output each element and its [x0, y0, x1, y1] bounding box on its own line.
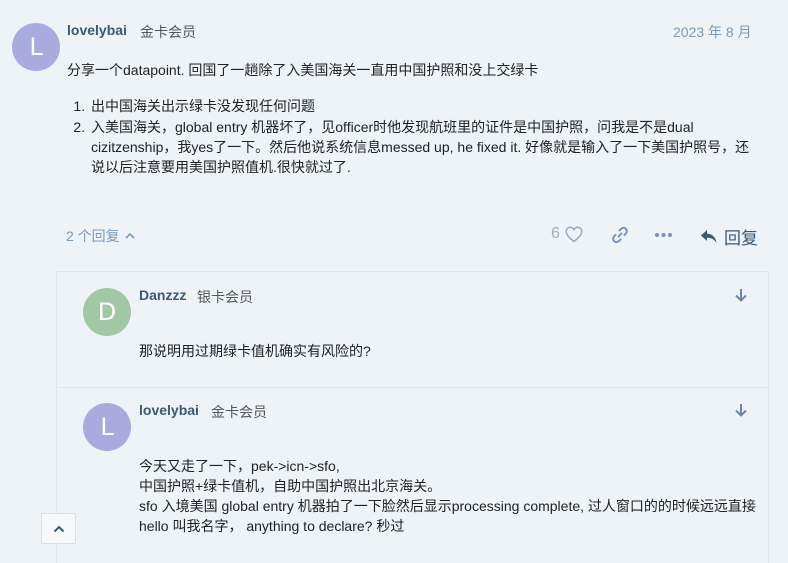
- heart-icon: [565, 225, 583, 242]
- replies-count: 2 个回复: [66, 228, 120, 244]
- username[interactable]: lovelybai: [67, 22, 127, 38]
- user-title: 银卡会员: [197, 289, 253, 305]
- username[interactable]: lovelybai: [139, 402, 199, 418]
- post-date[interactable]: 2023 年 8 月: [673, 22, 752, 42]
- link-icon[interactable]: [611, 226, 629, 244]
- reply-icon: [701, 229, 717, 243]
- scroll-top-button[interactable]: [41, 513, 76, 544]
- arrow-down-icon[interactable]: [733, 402, 749, 418]
- divider: [58, 387, 768, 388]
- post-actions: 2 个回复 6 回复: [0, 222, 788, 248]
- list-item: 出中国海关出示绿卡没发现任何问题: [89, 96, 757, 116]
- reply-line: 中国护照+绿卡值机，自助中国护照出北京海关。: [139, 478, 442, 494]
- post-intro: 分享一个datapoint. 回国了一趟除了入美国海关一直用中国护照和没上交绿卡: [67, 62, 539, 78]
- username[interactable]: Danzzz: [139, 287, 186, 303]
- reply-line: sfo 入境美国 global entry 机器拍了一下脸然后显示process…: [139, 498, 756, 534]
- reply-button[interactable]: 回复: [700, 224, 758, 249]
- reply-line: 今天又走了一下，pek->icn->sfo,: [139, 458, 340, 474]
- more-icon[interactable]: [654, 232, 673, 238]
- like-count: 6: [551, 225, 560, 242]
- list-item: 入美国海关，global entry 机器坏了，见officer时他发现航班里的…: [89, 117, 757, 177]
- reply-content: 今天又走了一下，pek->icn->sfo, 中国护照+绿卡值机，自助中国护照出…: [139, 456, 761, 536]
- user-title: 金卡会员: [140, 24, 196, 40]
- avatar[interactable]: L: [83, 403, 131, 451]
- user-title: 金卡会员: [211, 404, 267, 420]
- reply-label: 回复: [724, 229, 758, 248]
- avatar[interactable]: D: [83, 288, 131, 336]
- arrow-down-icon[interactable]: [733, 287, 749, 303]
- like-button[interactable]: 6: [551, 225, 583, 243]
- chevron-up-icon: [53, 525, 64, 532]
- reply-line: 那说明用过期绿卡值机确实有风险的?: [139, 343, 371, 359]
- post-list: 出中国海关出示绿卡没发现任何问题 入美国海关，global entry 机器坏了…: [67, 96, 757, 177]
- replies-toggle[interactable]: 2 个回复: [66, 226, 137, 246]
- post-content: 分享一个datapoint. 回国了一趟除了入美国海关一直用中国护照和没上交绿卡…: [67, 60, 757, 177]
- reply-content: 那说明用过期绿卡值机确实有风险的?: [139, 341, 749, 361]
- avatar[interactable]: L: [12, 23, 60, 71]
- chevron-up-icon: [125, 232, 135, 239]
